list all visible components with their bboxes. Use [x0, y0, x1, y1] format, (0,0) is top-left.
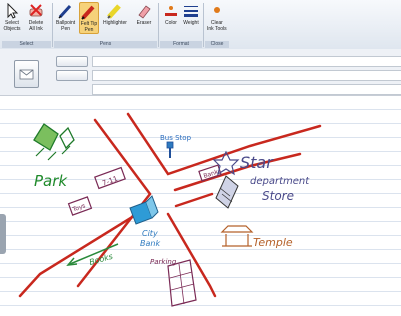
weight-button[interactable]: Weight — [182, 2, 200, 26]
to-field[interactable] — [92, 56, 401, 67]
ink-ribbon: Select Objects Delete All Ink Ballpoint … — [0, 0, 401, 50]
subject-field[interactable] — [92, 84, 401, 95]
department-store-icon — [212, 150, 240, 209]
parking-building-icon — [167, 259, 197, 307]
eraser-button[interactable]: Eraser — [135, 2, 153, 26]
highlighter-button[interactable]: Highlighter — [103, 2, 127, 26]
weight-icon — [182, 2, 200, 20]
side-tab[interactable] — [0, 214, 6, 254]
ribbon-separator — [158, 3, 159, 47]
to-button[interactable] — [56, 56, 88, 67]
send-button[interactable] — [14, 60, 39, 88]
department-label: department — [250, 176, 310, 187]
message-header — [0, 49, 401, 96]
color-button[interactable]: Color — [162, 2, 180, 26]
clear-icon — [208, 2, 226, 20]
delete-all-ink-button[interactable]: Delete All Ink — [27, 2, 45, 32]
felt-tip-pen-button[interactable]: Felt Tip Pen — [79, 2, 99, 34]
ribbon-separator — [203, 3, 204, 47]
arrow-cursor-icon — [3, 2, 21, 20]
felt-pen-icon — [80, 3, 98, 21]
bank-label-2: Bank — [140, 239, 160, 248]
toy-shop-label: Toys — [71, 202, 87, 213]
city-label: City — [142, 229, 158, 238]
color-icon — [162, 2, 180, 20]
clear-ink-tools-button[interactable]: Clear Ink Tools — [207, 2, 227, 32]
temple-label: Temple — [253, 236, 293, 249]
books-label: Books — [88, 252, 114, 267]
pen-icon — [57, 2, 75, 20]
ballpoint-pen-button[interactable]: Ballpoint Pen — [56, 2, 75, 32]
cc-button[interactable] — [56, 70, 88, 81]
temple-icon — [220, 225, 254, 247]
group-label-format: Format — [160, 41, 202, 48]
star-label: Star — [240, 153, 274, 172]
highlighter-icon — [106, 2, 124, 20]
group-label-select: Select — [2, 41, 51, 48]
group-label-pens: Pens — [54, 41, 157, 48]
ribbon-separator — [52, 3, 53, 47]
group-label-close: Close — [205, 41, 229, 48]
map-sketch: Park 7-11 Bus Stop Bank Star department … — [18, 112, 322, 307]
ink-canvas[interactable]: Park 7-11 Bus Stop Bank Star department … — [0, 96, 401, 311]
store-label: Store — [262, 189, 294, 203]
eraser-x-icon — [27, 2, 45, 20]
eraser-icon — [135, 2, 153, 20]
park-icon — [33, 123, 75, 161]
bus-stop-label: Bus Stop — [160, 134, 192, 142]
seven-eleven-label: 7-11 — [101, 175, 119, 188]
park-label: Park — [34, 172, 68, 190]
cc-field[interactable] — [92, 70, 401, 81]
bus-stop-icon — [166, 141, 174, 158]
send-icon — [19, 69, 34, 80]
select-objects-button[interactable]: Select Objects — [3, 2, 21, 32]
